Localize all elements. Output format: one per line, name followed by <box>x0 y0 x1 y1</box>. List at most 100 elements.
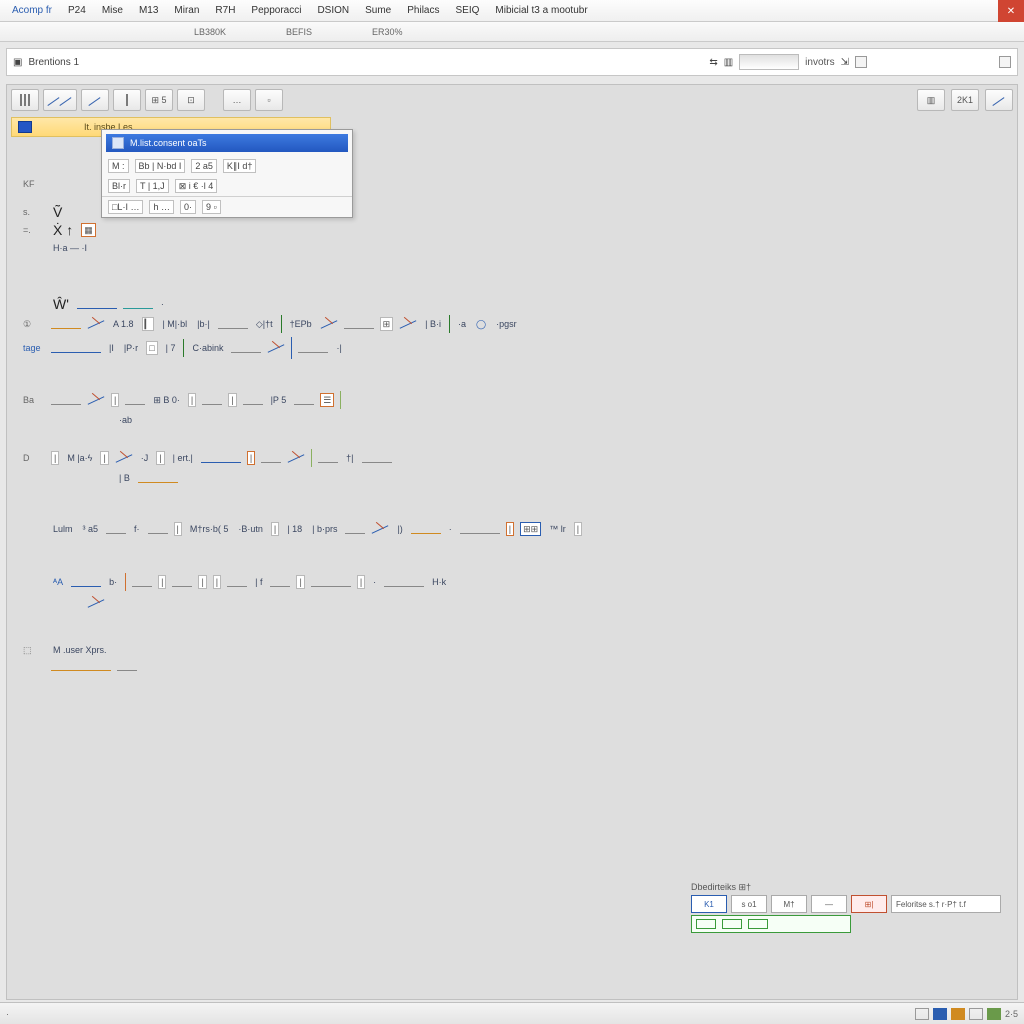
segment-icon <box>51 661 111 671</box>
search-mode-icon[interactable]: ▥ <box>724 57 733 68</box>
tool-lines[interactable] <box>43 89 77 111</box>
menu-app[interactable]: Acomp fr <box>4 3 60 18</box>
glyph: Ẋ ↑ <box>51 223 75 237</box>
menu-2[interactable]: Mise <box>94 3 131 18</box>
tab-2[interactable] <box>124 30 144 34</box>
search-prev-icon[interactable]: ⇆ <box>709 57 717 68</box>
glyph-box-icon: | <box>271 522 279 536</box>
tool-small-b[interactable]: ▫ <box>255 89 283 111</box>
content-row-10 <box>23 595 1001 611</box>
status-chip-icon[interactable] <box>969 1008 983 1020</box>
segment-icon <box>132 577 152 587</box>
row-label: s. <box>23 207 45 217</box>
glyph: M†rs·b( 5 <box>188 522 231 536</box>
menu-7[interactable]: DSION <box>309 3 357 18</box>
glyph-box-icon: | <box>188 393 196 407</box>
search-input[interactable] <box>739 54 799 70</box>
prop-cell[interactable]: M† <box>771 895 807 913</box>
menu-6[interactable]: Pepporacci <box>243 3 309 18</box>
glyph-box-icon: □ <box>146 341 157 355</box>
segment-icon <box>71 577 101 587</box>
window-close-button[interactable]: ✕ <box>998 0 1024 22</box>
segment-icon <box>106 524 126 534</box>
tool-chart[interactable]: ▥ <box>917 89 945 111</box>
segment-icon <box>77 299 117 309</box>
glyph: ·| <box>334 341 343 355</box>
popup-selected-item[interactable]: M.list.consent oaTs <box>106 134 348 152</box>
tab-1[interactable] <box>64 30 84 34</box>
tool-misc[interactable]: ⊡ <box>177 89 205 111</box>
status-chip-icon[interactable] <box>951 1008 965 1020</box>
tool-curve[interactable] <box>81 89 109 111</box>
properties-row-2[interactable] <box>691 915 851 933</box>
glyph-box-icon: | <box>156 451 164 465</box>
glyph: †EPb <box>288 317 314 331</box>
segment-icon <box>345 524 365 534</box>
scribble-icon <box>371 521 389 537</box>
prop-cell[interactable]: K1 <box>691 895 727 913</box>
properties-title: Dbedirteiks ⊞† <box>691 882 1001 893</box>
status-chip-icon[interactable] <box>933 1008 947 1020</box>
tool-vbar[interactable] <box>113 89 141 111</box>
tab-6[interactable] <box>453 30 473 34</box>
prop-cell[interactable]: s o1 <box>731 895 767 913</box>
tab-0[interactable] <box>4 30 24 34</box>
popup-cell: Bb | N·bd I <box>135 159 186 173</box>
menu-10[interactable]: SEIQ <box>448 3 488 18</box>
status-chip-icon[interactable] <box>915 1008 929 1020</box>
segment-icon <box>138 473 178 483</box>
color-swatch-icon <box>18 121 32 133</box>
scribble-icon <box>87 595 105 611</box>
prop-cell[interactable]: ⊞| <box>851 895 887 913</box>
segment-icon <box>51 395 81 405</box>
menu-3[interactable]: M13 <box>131 3 166 18</box>
doc-icon: ▣ <box>13 57 22 68</box>
menu-8[interactable]: Sume <box>357 3 399 18</box>
segment-icon <box>123 299 153 309</box>
segment-icon <box>261 453 281 463</box>
glyph-box-icon: | <box>158 575 166 589</box>
header-action-b-icon[interactable] <box>855 56 867 68</box>
segment-icon <box>311 577 351 587</box>
menu-11[interactable]: Mibicial t3 a mootubr <box>487 3 595 18</box>
segment-icon <box>298 343 328 353</box>
vline-icon <box>449 315 450 333</box>
segment-icon <box>125 395 145 405</box>
header-action-c-icon[interactable] <box>999 56 1011 68</box>
menu-4[interactable]: Miran <box>166 3 207 18</box>
glyph: |I <box>107 341 116 355</box>
vline-icon <box>281 315 282 333</box>
glyph: | 7 <box>164 341 178 355</box>
segment-icon <box>231 343 261 353</box>
content-row-9: ᴬA b· | | | | f | | · H·k <box>23 573 1001 591</box>
prop-cell[interactable]: — <box>811 895 847 913</box>
content-row-7: | B <box>23 471 1001 485</box>
tool-histogram[interactable] <box>11 89 39 111</box>
menu-9[interactable]: Philacs <box>399 3 447 18</box>
segment-icon <box>294 395 314 405</box>
glyph: ᴬA <box>51 575 65 589</box>
header-action-a-icon[interactable]: ⇲ <box>841 57 849 68</box>
scribble-icon <box>87 316 105 332</box>
popup-row-1[interactable]: M : Bb | N·bd I 2 a5 K∥I d† <box>102 156 352 176</box>
tool-arrow[interactable] <box>985 89 1013 111</box>
segment-icon <box>117 661 137 671</box>
tab-3[interactable]: LB380K <box>184 25 236 39</box>
tab-4[interactable]: BEFIS <box>276 25 322 39</box>
tool-grid[interactable]: ⊞ 5 <box>145 89 173 111</box>
menu-1[interactable]: P24 <box>60 3 94 18</box>
glyph-box-icon: | <box>174 522 182 536</box>
content-row-4: Ba | ⊞ B 0· | | |P 5 ☰ <box>23 391 1001 409</box>
scribble-icon <box>267 340 285 356</box>
tab-5[interactable]: ER30% <box>362 25 413 39</box>
tool-num[interactable]: 2K1 <box>951 89 979 111</box>
prop-cell-wide[interactable]: Feloritse s.† r·P† t.f <box>891 895 1001 913</box>
scribble-icon <box>287 450 305 466</box>
status-chip-icon[interactable] <box>987 1008 1001 1020</box>
sub-header: ▣ Brentions 1 ⇆ ▥ invotrs ⇲ <box>6 48 1018 76</box>
glyph-box-icon: | <box>111 393 119 407</box>
glyph: M |a·ϟ <box>65 451 94 465</box>
tool-small-a[interactable]: … <box>223 89 251 111</box>
menu-5[interactable]: R7H <box>207 3 243 18</box>
glyph: | 18 <box>285 522 304 536</box>
